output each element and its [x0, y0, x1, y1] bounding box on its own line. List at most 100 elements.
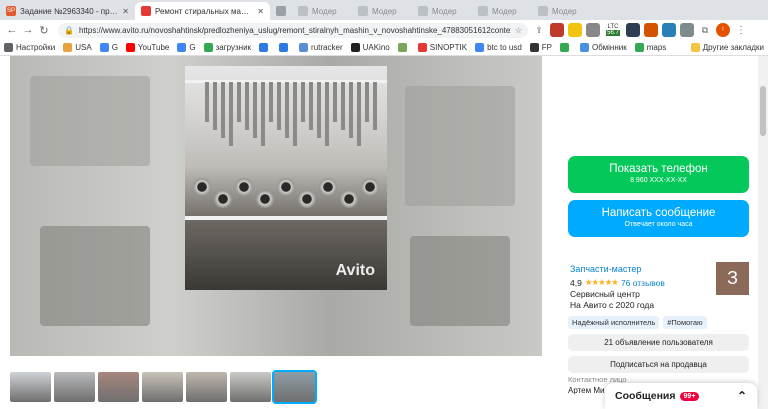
bookmark-label: FP: [541, 43, 552, 52]
seller-avatar[interactable]: З: [716, 262, 749, 295]
bookmark-item[interactable]: G: [177, 43, 196, 52]
hanging-part: [213, 82, 217, 130]
rating-stars-icon: ★★★★★: [584, 277, 619, 287]
hanging-part: [309, 82, 313, 130]
messages-label: Сообщения: [615, 390, 676, 402]
hanging-part: [341, 82, 345, 130]
forward-arrow-icon[interactable]: →: [20, 24, 36, 36]
back-arrow-icon[interactable]: ←: [4, 24, 20, 36]
bookmark-favicon-icon: [529, 43, 539, 52]
browser-tab-avito[interactable]: Ремонт стиральных машин в Нов ✕: [135, 2, 270, 20]
chevron-up-icon[interactable]: ⌃: [737, 389, 747, 403]
browser-tab-moder[interactable]: Модер: [292, 2, 352, 20]
hanging-part: [221, 82, 225, 138]
bookmark-item[interactable]: SINOPTIK: [417, 43, 467, 52]
gallery-thumbnail[interactable]: [186, 372, 227, 402]
page-favicon-icon: [538, 6, 548, 16]
seller-sidebar: Показать телефон 8 960 XXX-XX-XX Написат…: [566, 56, 752, 409]
bookmark-favicon-icon: [417, 43, 427, 52]
bookmark-item[interactable]: UAKino: [350, 43, 390, 52]
page-favicon-icon: [478, 6, 488, 16]
hanging-part: [317, 82, 321, 138]
show-phone-button[interactable]: Показать телефон 8 960 XXX-XX-XX: [568, 156, 749, 193]
extension-icon[interactable]: [644, 23, 658, 37]
seller-name-link[interactable]: Запчасти-мастер: [570, 264, 641, 274]
bookmark-label: G: [111, 43, 118, 52]
bookmark-item[interactable]: USA: [63, 43, 92, 52]
hanging-part: [245, 82, 249, 130]
photo-gallery[interactable]: Avito: [10, 56, 542, 356]
phone-number-masked: 8 960 XXX-XX-XX: [630, 177, 687, 184]
bookmark-item[interactable]: [279, 43, 291, 52]
bookmark-favicon-icon: [177, 43, 187, 52]
bookmark-item[interactable]: [397, 43, 410, 52]
browser-tab-mini[interactable]: [270, 2, 292, 20]
extension-icon[interactable]: [550, 23, 564, 37]
profile-avatar-icon[interactable]: !: [716, 23, 730, 37]
reload-icon[interactable]: ↻: [36, 24, 52, 37]
bookmark-item[interactable]: rutracker: [299, 43, 343, 52]
browser-tab-moder[interactable]: Модер: [532, 2, 592, 20]
gallery-thumbnail[interactable]: [54, 372, 95, 402]
messages-widget[interactable]: Сообщения 99+ ⌃: [605, 383, 757, 409]
gallery-thumbnail[interactable]: [230, 372, 271, 402]
reviews-link[interactable]: 76 отзывов: [621, 278, 665, 288]
other-bookmarks-label: Другие закладки: [702, 43, 764, 52]
rating-value: 4,9: [570, 277, 582, 288]
browser-toolbar: ← → ↻ 🔒 https://www.avito.ru/novoshahtin…: [0, 20, 768, 40]
ltc-ticker-icon[interactable]: LTC 56.7: [604, 23, 622, 37]
hanging-part: [357, 82, 361, 146]
shelf-rack: [185, 216, 387, 220]
gallery-thumbnail[interactable]: [98, 372, 139, 402]
bookmark-item[interactable]: [259, 43, 271, 52]
bookmark-favicon-icon: [397, 43, 407, 52]
pulley-part: [235, 178, 253, 196]
write-message-button[interactable]: Написать сообщение Отвечает около часа: [568, 200, 749, 237]
write-message-label: Написать сообщение: [601, 207, 716, 219]
bookmark-item[interactable]: maps: [634, 43, 666, 52]
extension-icon[interactable]: [626, 23, 640, 37]
browser-tab-moder[interactable]: Модер: [472, 2, 532, 20]
bookmark-item[interactable]: YouTube: [125, 43, 169, 52]
badge-reliable[interactable]: Надёжный исполнитель: [568, 316, 660, 329]
close-tab-icon[interactable]: ✕: [257, 7, 264, 16]
address-bar[interactable]: 🔒 https://www.avito.ru/novoshahtinsk/pre…: [58, 22, 528, 38]
extension-icon[interactable]: [662, 23, 676, 37]
bookmark-item[interactable]: btc to usd: [475, 43, 522, 52]
browser-tab-moder[interactable]: Модер: [412, 2, 472, 20]
gallery-thumbnail[interactable]: [142, 372, 183, 402]
gallery-thumbnail[interactable]: [10, 372, 51, 402]
share-icon[interactable]: ⇪: [532, 23, 546, 37]
extension-icon[interactable]: [568, 23, 582, 37]
menu-dots-icon[interactable]: ⋮: [734, 23, 748, 37]
tab-title: Модер: [432, 6, 457, 16]
unread-count-badge: 99+: [679, 391, 700, 401]
close-tab-icon[interactable]: ✕: [122, 7, 129, 16]
other-bookmarks[interactable]: Другие закладки: [690, 43, 764, 52]
seller-rating: 4,9 ★★★★★ 76 отзывов: [570, 277, 665, 288]
star-icon[interactable]: ☆: [515, 26, 522, 35]
scrollbar-thumb[interactable]: [760, 86, 766, 136]
bookmark-item[interactable]: Обмінник: [580, 43, 627, 52]
avito-favicon-icon: [141, 6, 151, 16]
hanging-part: [229, 82, 233, 146]
ltc-value: 56.7: [606, 30, 620, 36]
extension-icon[interactable]: [586, 23, 600, 37]
bookmark-item[interactable]: Настройки: [4, 43, 55, 52]
user-listings-button[interactable]: 21 объявление пользователя: [568, 334, 749, 351]
badge-help[interactable]: #Помогаю: [663, 316, 707, 329]
extension-icon[interactable]: [680, 23, 694, 37]
extensions-puzzle-icon[interactable]: ⧉: [698, 23, 712, 37]
bookmark-item[interactable]: FP: [529, 43, 552, 52]
bookmark-item[interactable]: G: [99, 43, 118, 52]
hanging-part: [301, 82, 305, 122]
bookmark-item[interactable]: загрузник: [203, 43, 251, 52]
bookmark-item[interactable]: [560, 43, 572, 52]
browser-tab-task[interactable]: SP Задание №2963340 - просмотр з ✕: [0, 2, 135, 20]
subscribe-button[interactable]: Подписаться на продавца: [568, 356, 749, 373]
gallery-thumbnail[interactable]: [272, 370, 317, 404]
main-listing-photo[interactable]: Avito: [185, 66, 387, 290]
response-time: Отвечает около часа: [624, 221, 693, 228]
thumbnail-strip: [10, 370, 330, 404]
browser-tab-moder[interactable]: Модер: [352, 2, 412, 20]
